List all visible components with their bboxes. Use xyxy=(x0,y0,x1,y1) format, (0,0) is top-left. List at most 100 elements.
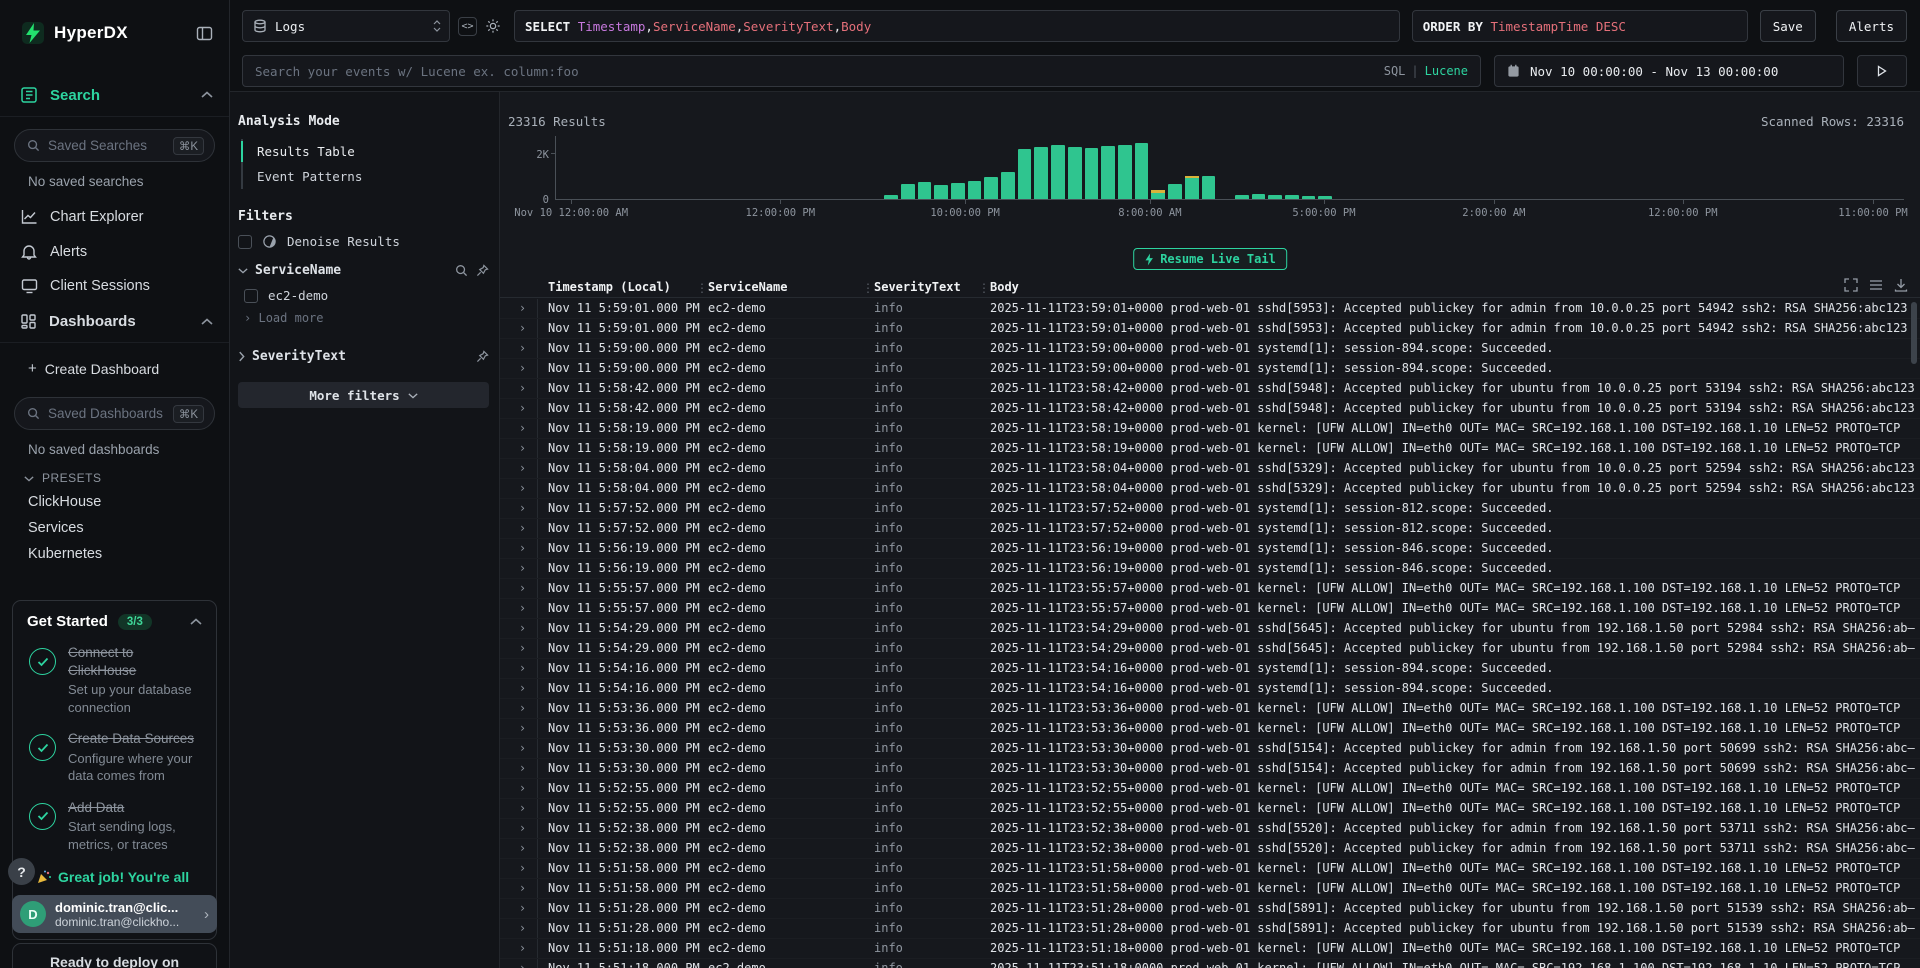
log-row[interactable]: ›Nov 11 5:58:19.000 PMec2-demoinfo2025-1… xyxy=(500,419,1920,439)
code-view-button[interactable]: <> xyxy=(458,17,477,36)
save-button[interactable]: Save xyxy=(1760,10,1816,42)
row-density-icon[interactable] xyxy=(1869,278,1883,292)
filter-checkbox[interactable] xyxy=(244,289,258,303)
sidebar-item-dashboards[interactable]: Dashboards xyxy=(0,303,229,343)
sidebar-item-preset-clickhouse[interactable]: ClickHouse xyxy=(0,489,229,515)
log-row[interactable]: ›Nov 11 5:53:30.000 PMec2-demoinfo2025-1… xyxy=(500,739,1920,759)
presets-toggle[interactable]: PRESETS xyxy=(0,461,229,489)
language-lucene-option[interactable]: Lucene xyxy=(1425,64,1468,78)
log-row[interactable]: ›Nov 11 5:58:04.000 PMec2-demoinfo2025-1… xyxy=(500,459,1920,479)
saved-dashboards-input[interactable]: Saved Dashboards ⌘K xyxy=(14,397,215,430)
histogram-bar[interactable] xyxy=(951,183,965,199)
histogram-bar[interactable] xyxy=(1068,147,1082,199)
log-row[interactable]: ›Nov 11 5:59:00.000 PMec2-demoinfo2025-1… xyxy=(500,359,1920,379)
language-sql-option[interactable]: SQL xyxy=(1384,64,1406,78)
log-row[interactable]: ›Nov 11 5:56:19.000 PMec2-demoinfo2025-1… xyxy=(500,559,1920,579)
column-header-timestamp[interactable]: Timestamp (Local) xyxy=(538,280,698,294)
sidebar-item-preset-services[interactable]: Services xyxy=(0,515,229,541)
log-row[interactable]: ›Nov 11 5:51:28.000 PMec2-demoinfo2025-1… xyxy=(500,919,1920,939)
chevron-up-icon[interactable] xyxy=(190,618,202,626)
sidebar-item-search[interactable]: Search xyxy=(0,72,229,117)
histogram-bar[interactable] xyxy=(1051,145,1065,199)
resume-live-tail-button[interactable]: Resume Live Tail xyxy=(1133,248,1287,270)
histogram-bar[interactable] xyxy=(884,195,898,199)
filter-group-severitytext[interactable]: SeverityText xyxy=(238,349,489,364)
filter-pin-icon[interactable] xyxy=(476,350,489,363)
log-row[interactable]: ›Nov 11 5:57:52.000 PMec2-demoinfo2025-1… xyxy=(500,499,1920,519)
histogram-bar[interactable] xyxy=(1151,190,1165,199)
log-row[interactable]: ›Nov 11 5:51:18.000 PMec2-demoinfo2025-1… xyxy=(500,939,1920,959)
log-row[interactable]: ›Nov 11 5:51:18.000 PMec2-demoinfo2025-1… xyxy=(500,959,1920,968)
log-row[interactable]: ›Nov 11 5:53:36.000 PMec2-demoinfo2025-1… xyxy=(500,719,1920,739)
log-row[interactable]: ›Nov 11 5:59:01.000 PMec2-demoinfo2025-1… xyxy=(500,319,1920,339)
log-row[interactable]: ›Nov 11 5:54:29.000 PMec2-demoinfo2025-1… xyxy=(500,619,1920,639)
task-create-data-sources[interactable]: Create Data Sources Configure where your… xyxy=(27,730,202,785)
histogram-bar[interactable] xyxy=(1185,176,1199,199)
log-row[interactable]: ›Nov 11 5:55:57.000 PMec2-demoinfo2025-1… xyxy=(500,579,1920,599)
mode-event-patterns[interactable]: Event Patterns xyxy=(243,164,489,189)
sidebar-item-chart-explorer[interactable]: Chart Explorer xyxy=(0,199,229,234)
histogram-bar[interactable] xyxy=(901,184,915,199)
vertical-scrollbar[interactable] xyxy=(1911,302,1917,364)
alerts-button[interactable]: Alerts xyxy=(1836,10,1907,42)
filter-group-servicename[interactable]: ServiceName xyxy=(238,263,489,278)
column-header-severitytext[interactable]: SeverityText xyxy=(864,280,980,294)
create-dashboard-button[interactable]: + Create Dashboard xyxy=(0,351,229,385)
sidebar-item-client-sessions[interactable]: Client Sessions xyxy=(0,269,229,303)
log-row[interactable]: ›Nov 11 5:52:38.000 PMec2-demoinfo2025-1… xyxy=(500,839,1920,859)
sidebar-item-alerts[interactable]: Alerts xyxy=(0,234,229,269)
task-connect-clickhouse[interactable]: Connect to ClickHouse Set up your databa… xyxy=(27,644,202,716)
order-by-input[interactable]: ORDER BY TimestampTime DESC xyxy=(1412,10,1748,42)
log-row[interactable]: ›Nov 11 5:55:57.000 PMec2-demoinfo2025-1… xyxy=(500,599,1920,619)
histogram-bar[interactable] xyxy=(1302,196,1316,199)
histogram-bar[interactable] xyxy=(1085,148,1099,199)
expand-table-icon[interactable] xyxy=(1844,278,1858,292)
histogram-bar[interactable] xyxy=(934,185,948,199)
histogram-bar[interactable] xyxy=(1001,172,1015,199)
user-menu[interactable]: D dominic.tran@clic... dominic.tran@clic… xyxy=(12,895,217,933)
histogram-bar[interactable] xyxy=(968,181,982,199)
histogram-bar[interactable] xyxy=(1135,143,1149,199)
log-row[interactable]: ›Nov 11 5:59:00.000 PMec2-demoinfo2025-1… xyxy=(500,339,1920,359)
select-columns-input[interactable]: SELECT Timestamp,ServiceName,SeverityTex… xyxy=(514,10,1400,42)
histogram-bar[interactable] xyxy=(1268,195,1282,199)
filter-pin-icon[interactable] xyxy=(476,264,489,277)
column-header-body[interactable]: Body xyxy=(980,280,1920,294)
lucene-search-input[interactable]: Search your events w/ Lucene ex. column:… xyxy=(242,55,1481,87)
log-row[interactable]: ›Nov 11 5:59:01.000 PMec2-demoinfo2025-1… xyxy=(500,299,1920,319)
log-row[interactable]: ›Nov 11 5:53:30.000 PMec2-demoinfo2025-1… xyxy=(500,759,1920,779)
histogram-bar[interactable] xyxy=(1118,145,1132,199)
log-row[interactable]: ›Nov 11 5:56:19.000 PMec2-demoinfo2025-1… xyxy=(500,539,1920,559)
log-row[interactable]: ›Nov 11 5:57:52.000 PMec2-demoinfo2025-1… xyxy=(500,519,1920,539)
log-row[interactable]: ›Nov 11 5:54:16.000 PMec2-demoinfo2025-1… xyxy=(500,659,1920,679)
filter-search-icon[interactable] xyxy=(455,264,468,277)
histogram-bar[interactable] xyxy=(1018,149,1032,199)
log-row[interactable]: ›Nov 11 5:58:42.000 PMec2-demoinfo2025-1… xyxy=(500,379,1920,399)
log-row[interactable]: ›Nov 11 5:58:42.000 PMec2-demoinfo2025-1… xyxy=(500,399,1920,419)
filter-value-ec2-demo[interactable]: ec2-demo xyxy=(238,284,489,307)
download-icon[interactable] xyxy=(1894,278,1908,292)
collapse-sidebar-icon[interactable] xyxy=(196,25,213,42)
histogram-bar[interactable] xyxy=(1202,176,1216,199)
log-row[interactable]: ›Nov 11 5:52:55.000 PMec2-demoinfo2025-1… xyxy=(500,779,1920,799)
log-row[interactable]: ›Nov 11 5:54:16.000 PMec2-demoinfo2025-1… xyxy=(500,679,1920,699)
column-header-servicename[interactable]: ServiceName xyxy=(698,280,864,294)
histogram-bar[interactable] xyxy=(1034,147,1048,199)
log-row[interactable]: ›Nov 11 5:51:28.000 PMec2-demoinfo2025-1… xyxy=(500,899,1920,919)
log-row[interactable]: ›Nov 11 5:54:29.000 PMec2-demoinfo2025-1… xyxy=(500,639,1920,659)
mode-results-table[interactable]: Results Table xyxy=(243,139,489,164)
date-range-picker[interactable]: Nov 10 00:00:00 - Nov 13 00:00:00 xyxy=(1494,55,1844,87)
log-row[interactable]: ›Nov 11 5:58:04.000 PMec2-demoinfo2025-1… xyxy=(500,479,1920,499)
saved-searches-input[interactable]: Saved Searches ⌘K xyxy=(14,129,215,162)
log-row[interactable]: ›Nov 11 5:52:38.000 PMec2-demoinfo2025-1… xyxy=(500,819,1920,839)
deploy-banner[interactable]: Ready to deploy on xyxy=(12,943,217,968)
log-row[interactable]: ›Nov 11 5:52:55.000 PMec2-demoinfo2025-1… xyxy=(500,799,1920,819)
run-query-button[interactable] xyxy=(1857,55,1907,87)
log-row[interactable]: ›Nov 11 5:51:58.000 PMec2-demoinfo2025-1… xyxy=(500,859,1920,879)
source-select[interactable]: Logs xyxy=(242,10,450,42)
histogram-bar[interactable] xyxy=(1318,196,1332,199)
histogram-bar[interactable] xyxy=(1168,184,1182,199)
histogram-bar[interactable] xyxy=(1285,195,1299,199)
denoise-checkbox[interactable] xyxy=(238,235,252,249)
log-row[interactable]: ›Nov 11 5:53:36.000 PMec2-demoinfo2025-1… xyxy=(500,699,1920,719)
